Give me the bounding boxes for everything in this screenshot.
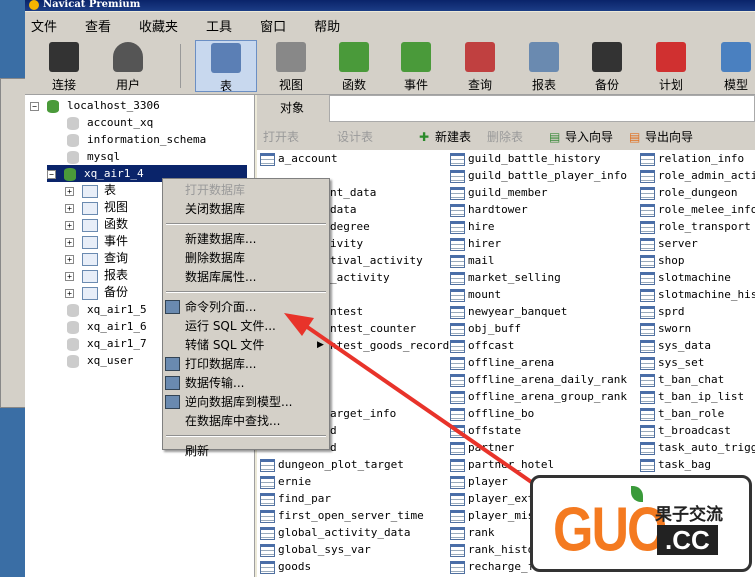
watermark-logo: GUO 果子交流 .CC (530, 475, 752, 572)
watermark-tld: .CC (657, 525, 718, 555)
arrow-head (284, 313, 314, 336)
watermark-cn: 果子交流 (655, 505, 723, 525)
arrow-shaft (298, 320, 542, 490)
watermark-brand: GUO (553, 495, 667, 565)
